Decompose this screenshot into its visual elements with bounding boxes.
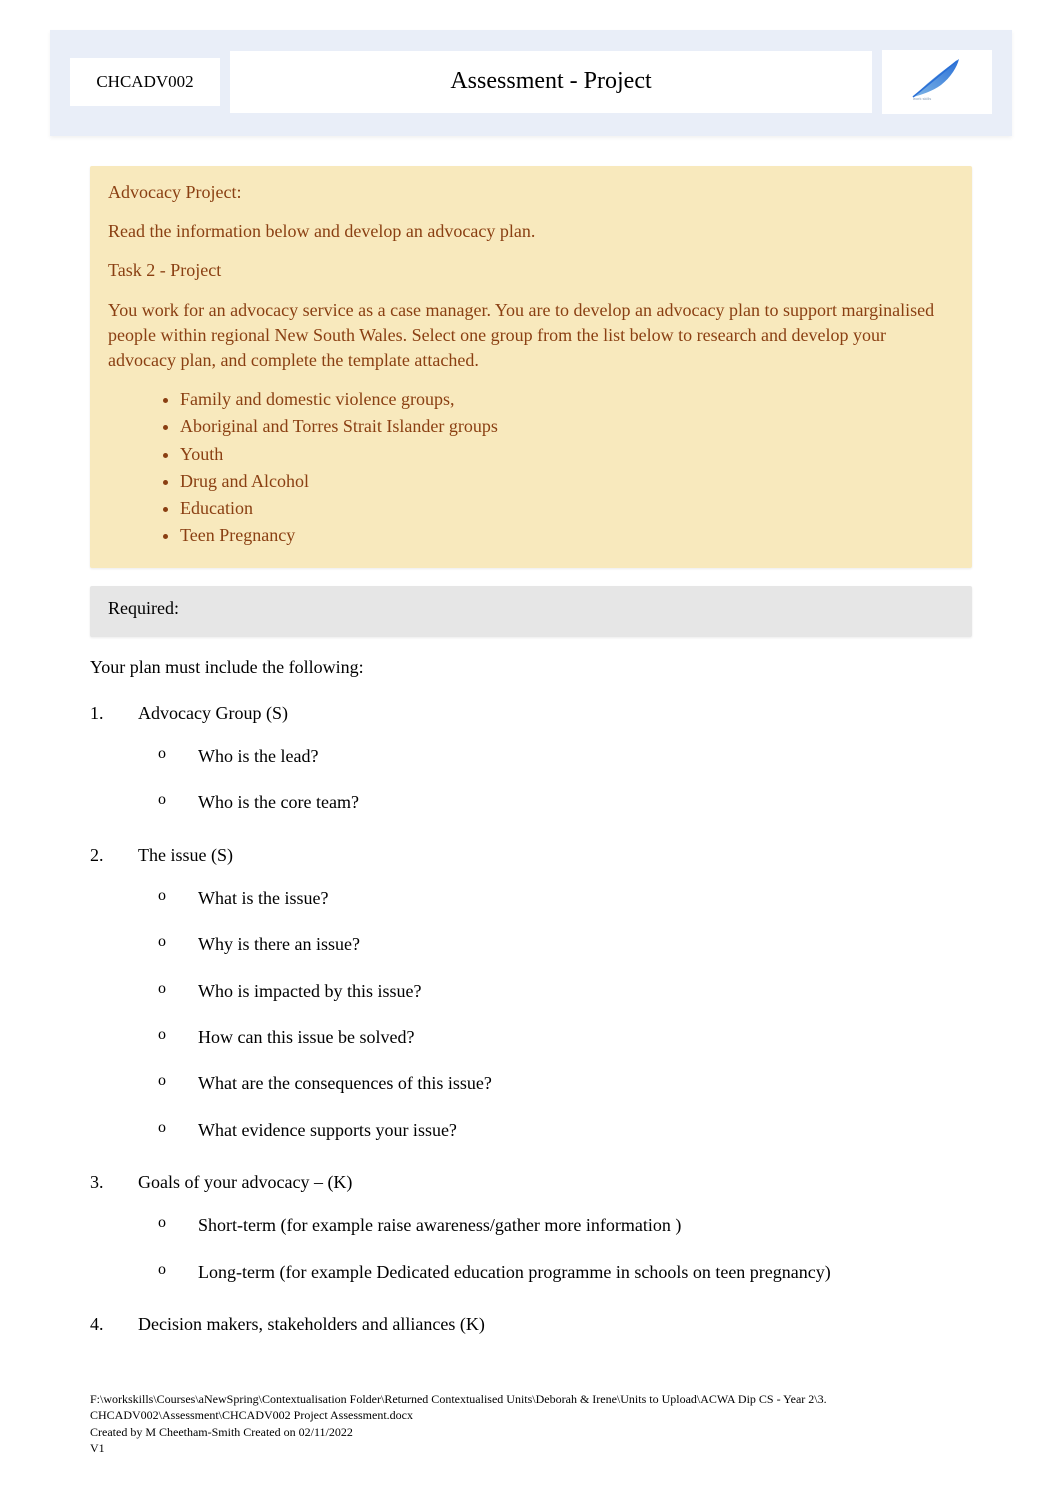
project-description: You work for an advocacy service as a ca… — [108, 298, 954, 374]
sub-item: Short-term (for example raise awareness/… — [138, 1209, 972, 1241]
document-header: CHCADV002 Assessment - Project work skil… — [50, 30, 1012, 136]
group-list: Family and domestic violence groups, Abo… — [180, 387, 954, 548]
list-item: Drug and Alcohol — [180, 469, 954, 494]
logo-box: work skills — [882, 50, 992, 114]
section-heading: Decision makers, stakeholders and allian… — [138, 1314, 485, 1334]
section-heading: The issue (S) — [138, 845, 233, 865]
project-title: Advocacy Project: — [108, 180, 954, 205]
required-title: Required: — [108, 596, 954, 627]
sub-item: Who is the core team? — [138, 786, 972, 818]
section-the-issue: The issue (S) What is the issue? Why is … — [90, 843, 972, 1147]
sub-item: Why is there an issue? — [138, 928, 972, 960]
list-item: Teen Pregnancy — [180, 523, 954, 548]
sub-item: What evidence supports your issue? — [138, 1114, 972, 1146]
footer: F:\workskills\Courses\aNewSpring\Context… — [0, 1361, 1062, 1456]
sub-item: Who is impacted by this issue? — [138, 975, 972, 1007]
advocacy-project-panel: Advocacy Project: Read the information b… — [90, 166, 972, 568]
plan-intro: Your plan must include the following: — [90, 655, 972, 680]
list-item: Youth — [180, 442, 954, 467]
feather-icon: work skills — [907, 55, 967, 108]
required-panel: Required: — [90, 586, 972, 637]
sub-item: What are the consequences of this issue? — [138, 1067, 972, 1099]
list-item: Aboriginal and Torres Strait Islander gr… — [180, 414, 954, 439]
section-heading: Advocacy Group (S) — [138, 703, 288, 723]
footer-path: F:\workskills\Courses\aNewSpring\Context… — [90, 1391, 972, 1423]
sub-item: Who is the lead? — [138, 740, 972, 772]
section-goals: Goals of your advocacy – (K) Short-term … — [90, 1170, 972, 1288]
sub-item: How can this issue be solved? — [138, 1021, 972, 1053]
footer-version: V1 — [90, 1440, 972, 1456]
list-item: Family and domestic violence groups, — [180, 387, 954, 412]
task-label: Task 2 - Project — [108, 258, 954, 283]
project-intro: Read the information below and develop a… — [108, 219, 954, 244]
unit-code: CHCADV002 — [70, 58, 220, 106]
section-advocacy-group: Advocacy Group (S) Who is the lead? Who … — [90, 701, 972, 819]
section-decision-makers: Decision makers, stakeholders and allian… — [90, 1312, 972, 1337]
list-item: Education — [180, 496, 954, 521]
document-title: Assessment - Project — [230, 51, 872, 113]
svg-text:work skills: work skills — [913, 96, 931, 101]
sub-item: What is the issue? — [138, 882, 972, 914]
plan-requirements: Your plan must include the following: Ad… — [0, 655, 1062, 1337]
footer-created: Created by M Cheetham-Smith Created on 0… — [90, 1424, 972, 1440]
sub-item: Long-term (for example Dedicated educati… — [138, 1256, 972, 1288]
section-heading: Goals of your advocacy – (K) — [138, 1172, 352, 1192]
